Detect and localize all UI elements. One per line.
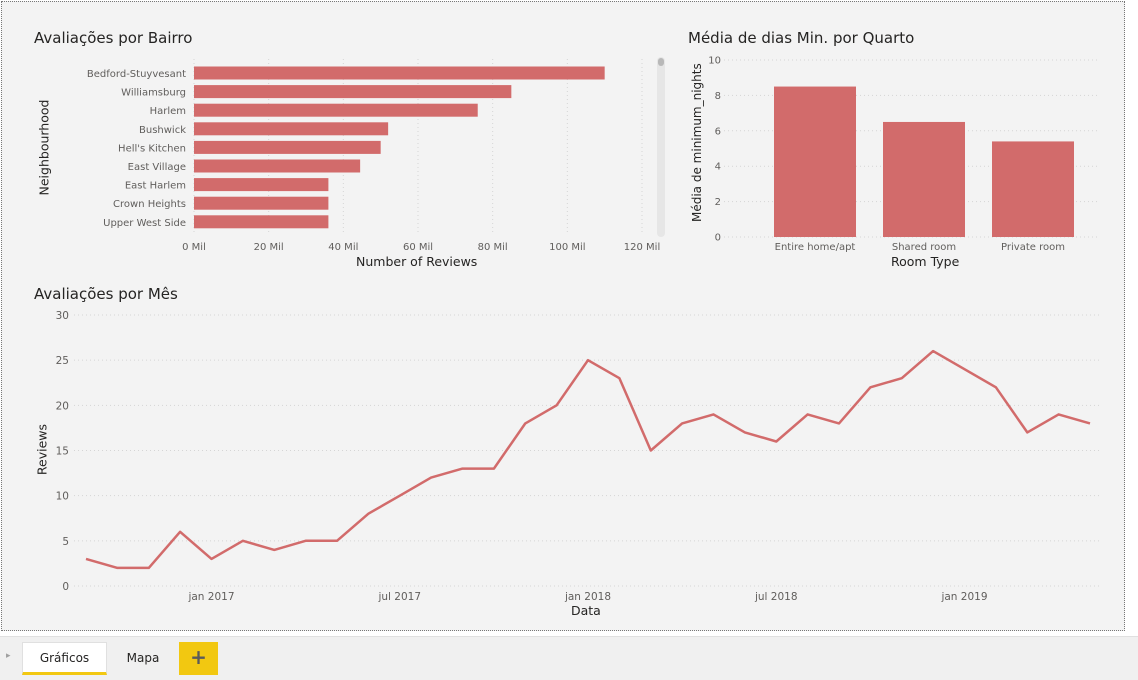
category-label: Shared room	[892, 242, 956, 253]
y-tick-label: 6	[715, 126, 721, 137]
category-label: Williamsburg	[121, 88, 186, 99]
x-tick-label: jan 2018	[564, 591, 611, 603]
chart-monthly[interactable]: 0 5 10 15 20 25 30 jan 2017 jul 2017 jan 2018 jul …	[42, 302, 1112, 607]
category-label: Bushwick	[139, 125, 186, 136]
x-tick-label: jul 2018	[754, 591, 798, 603]
x-tick-label: 20 Mil	[254, 242, 284, 253]
bar	[883, 121, 965, 237]
bar	[194, 66, 605, 80]
bar	[992, 141, 1074, 237]
category-label: Upper West Side	[103, 218, 186, 229]
bar	[194, 122, 389, 136]
bar	[194, 85, 512, 99]
bar	[194, 178, 329, 192]
y-tick-label: 15	[56, 446, 69, 458]
x-tick-label: 60 Mil	[403, 242, 433, 253]
tab-scroll-arrow-icon[interactable]: ▸	[6, 651, 11, 661]
x-tick-label: 0 Mil	[182, 242, 206, 253]
page-tab-bar: ▸ Gráficos Mapa +	[0, 636, 1138, 680]
bar	[194, 140, 381, 154]
x-tick-label: jan 2017	[187, 591, 234, 603]
add-page-button[interactable]: +	[179, 642, 218, 675]
x-tick-label: 40 Mil	[328, 242, 358, 253]
y-tick-label: 4	[715, 162, 721, 173]
chart-neighbourhood-scrollbar[interactable]	[657, 57, 665, 237]
category-label: East Harlem	[125, 181, 186, 192]
y-tick-label: 10	[56, 491, 69, 503]
bar	[194, 196, 329, 210]
category-label: Entire home/apt	[775, 242, 856, 253]
y-tick-label: 0	[62, 581, 69, 593]
chart-roomtype[interactable]: 0 2 4 6 8 10 Entire home/apt Shared room Private…	[702, 52, 1102, 262]
chart-monthly-title: Avaliações por Mês	[34, 285, 178, 303]
chart-monthly-xlabel: Data	[571, 603, 601, 618]
x-tick-label: 80 Mil	[478, 242, 508, 253]
chart-roomtype-xlabel: Room Type	[891, 254, 960, 269]
tab-mapa[interactable]: Mapa	[110, 642, 176, 675]
bar	[774, 86, 856, 237]
tab-graficos[interactable]: Gráficos	[22, 642, 107, 675]
chart-roomtype-title: Média de dias Min. por Quarto	[688, 29, 915, 47]
x-tick-label: 120 Mil	[624, 242, 660, 253]
bar	[194, 215, 329, 229]
category-label: Bedford-Stuyvesant	[87, 69, 186, 80]
y-tick-label: 5	[62, 536, 69, 548]
x-tick-label: 100 Mil	[549, 242, 585, 253]
y-tick-label: 20	[56, 400, 69, 412]
bar	[194, 159, 361, 173]
y-tick-label: 0	[715, 233, 721, 244]
series-line	[85, 349, 1091, 570]
report-canvas: Avaliações por Bairro Neighbourhood 0 Mi…	[1, 1, 1125, 631]
chart-neighbourhood-xlabel: Number of Reviews	[356, 254, 478, 269]
category-label: East Village	[128, 162, 186, 173]
category-label: Crown Heights	[113, 199, 186, 210]
x-tick-label: jul 2017	[377, 591, 421, 603]
bar	[194, 103, 478, 117]
y-tick-label: 10	[708, 56, 721, 67]
y-tick-label: 25	[56, 355, 69, 367]
category-label: Private room	[1001, 242, 1065, 253]
category-label: Harlem	[150, 106, 186, 117]
category-label: Hell's Kitchen	[118, 143, 186, 154]
chart-neighbourhood[interactable]: 0 Mil 20 Mil 40 Mil 60 Mil 80 Mil 100 Mil 120 …	[62, 57, 672, 257]
y-tick-label: 2	[715, 197, 721, 208]
chart-neighbourhood-title: Avaliações por Bairro	[34, 29, 193, 47]
y-tick-label: 30	[56, 310, 69, 322]
x-tick-label: jan 2019	[940, 591, 987, 603]
chart-neighbourhood-ylabel: Neighbourhood	[36, 99, 52, 196]
y-tick-label: 8	[715, 91, 721, 102]
scrollbar-thumb[interactable]	[658, 58, 664, 66]
